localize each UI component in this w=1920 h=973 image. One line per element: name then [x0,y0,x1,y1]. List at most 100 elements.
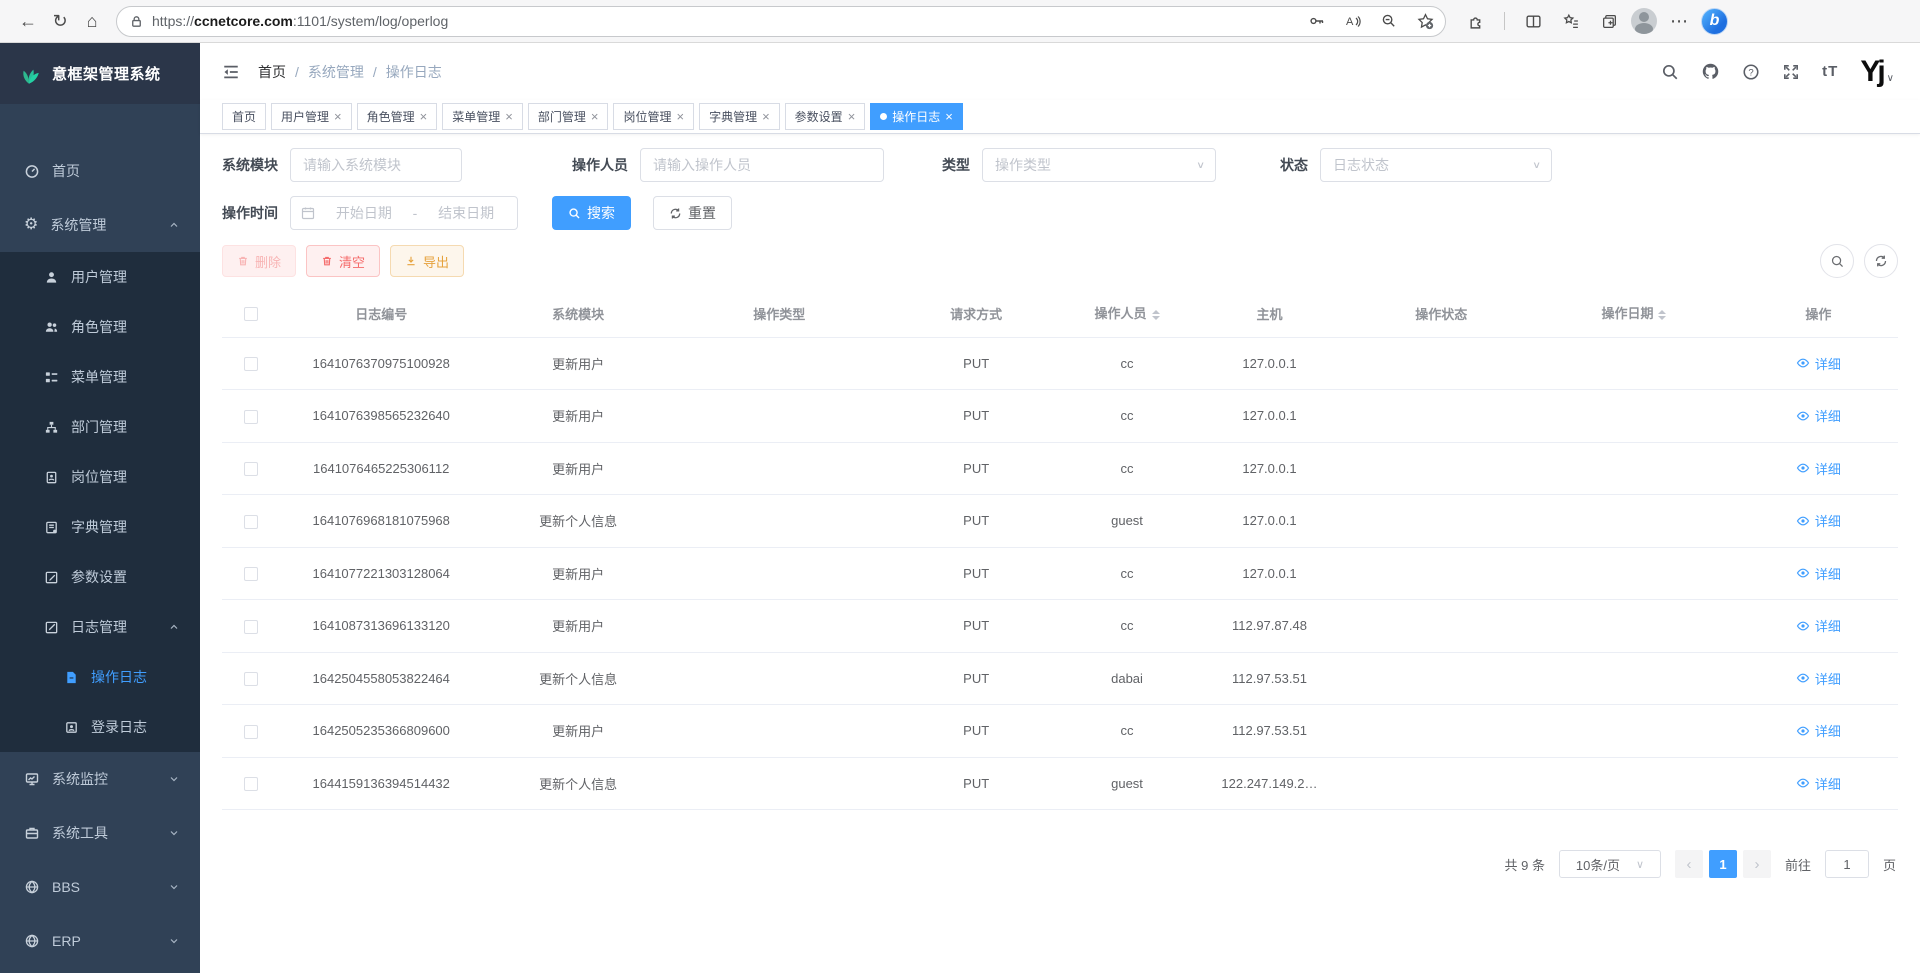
sidebar-item-log-mgmt[interactable]: 日志管理 [0,602,200,652]
read-aloud-icon[interactable]: A [1339,7,1367,35]
module-input[interactable] [290,148,462,182]
tab-dict-mgmt[interactable]: 字典管理× [699,103,780,130]
breadcrumb-system-mgmt[interactable]: 系统管理 [308,62,364,82]
detail-link[interactable]: 详细 [1796,511,1841,530]
sidebar-item-dept-mgmt[interactable]: 部门管理 [0,402,200,452]
sort-carets-icon[interactable] [1152,306,1160,324]
refresh-table-button[interactable] [1864,244,1898,278]
tab-close-icon[interactable]: × [505,110,513,123]
app-logo[interactable]: 意框架管理系统 [0,43,200,104]
row-checkbox[interactable] [244,567,258,581]
favorites-hub-icon[interactable] [1555,5,1587,37]
tab-close-icon[interactable]: × [762,110,770,123]
tab-home[interactable]: 首页 [222,103,266,130]
date-range-picker[interactable]: 开始日期 - 结束日期 [290,196,518,230]
tab-close-icon[interactable]: × [334,110,342,123]
sidebar-item-yi-framework[interactable]: Yi框架 [0,968,200,973]
detail-link[interactable]: 详细 [1796,721,1841,740]
address-bar[interactable]: https://ccnetcore.com:1101/system/log/op… [116,6,1446,37]
breadcrumb-home[interactable]: 首页 [258,62,286,82]
show-search-toggle-button[interactable] [1820,244,1854,278]
detail-link[interactable]: 详细 [1796,616,1841,635]
bing-chat-icon[interactable]: b [1701,8,1728,35]
sidebar-item-erp[interactable]: ERP [0,914,200,968]
row-checkbox[interactable] [244,515,258,529]
sidebar-item-system-mgmt[interactable]: ⚙ 系统管理 [0,198,200,252]
text-size-icon[interactable]: tT [1822,63,1838,80]
sidebar-item-bbs[interactable]: BBS [0,860,200,914]
col-date[interactable]: 操作日期 [1529,290,1739,337]
prev-page-button[interactable]: ‹ [1675,850,1703,878]
next-page-button[interactable]: › [1743,850,1771,878]
browser-more-menu-icon[interactable]: ⋯ [1663,5,1695,37]
sidebar-item-operation-log[interactable]: 操作日志 [0,652,200,702]
select-all-checkbox[interactable] [244,307,258,321]
row-checkbox[interactable] [244,672,258,686]
sidebar-collapse-icon[interactable] [222,63,240,81]
operator-input[interactable] [640,148,884,182]
split-screen-icon[interactable] [1517,5,1549,37]
goto-page-input[interactable] [1825,850,1869,878]
add-favorite-star-icon[interactable] [1411,7,1439,35]
delete-button[interactable]: 删除 [222,245,296,277]
current-page-button[interactable]: 1 [1709,850,1737,878]
clear-button[interactable]: 清空 [306,245,380,277]
header-search-icon[interactable] [1661,63,1679,81]
col-operator[interactable]: 操作人员 [1068,290,1185,337]
tab-close-icon[interactable]: × [848,110,856,123]
tab-role-mgmt[interactable]: 角色管理× [357,103,438,130]
status-select[interactable]: 日志状态∨ [1320,148,1552,182]
detail-link[interactable]: 详细 [1796,669,1841,688]
tab-post-mgmt[interactable]: 岗位管理× [613,103,694,130]
tab-param-settings[interactable]: 参数设置× [785,103,866,130]
user-avatar-logo[interactable]: Yj [1860,57,1882,87]
reset-button[interactable]: 重置 [653,196,732,230]
sidebar-item-user-mgmt[interactable]: 用户管理 [0,252,200,302]
row-checkbox[interactable] [244,410,258,424]
detail-link[interactable]: 详细 [1796,459,1841,478]
sidebar-item-login-log[interactable]: 登录日志 [0,702,200,752]
detail-link[interactable]: 详细 [1796,406,1841,425]
help-icon[interactable]: ? [1742,63,1760,81]
page-size-select[interactable]: 10条/页 ∨ [1559,850,1661,878]
browser-home-button[interactable]: ⌂ [76,5,108,37]
browser-back-button[interactable]: ← [12,5,44,37]
search-button[interactable]: 搜索 [552,196,631,230]
sidebar-item-system-monitor[interactable]: 系统监控 [0,752,200,806]
row-checkbox[interactable] [244,357,258,371]
row-checkbox[interactable] [244,725,258,739]
detail-link[interactable]: 详细 [1796,774,1841,793]
browser-profile-avatar[interactable] [1631,8,1657,34]
sort-carets-icon[interactable] [1658,306,1666,324]
github-icon[interactable] [1701,62,1720,81]
extensions-puzzle-icon[interactable] [1460,5,1492,37]
tab-user-mgmt[interactable]: 用户管理× [271,103,352,130]
sidebar-item-home[interactable]: 首页 [0,144,200,198]
tab-close-icon[interactable]: × [945,110,953,123]
tab-dept-mgmt[interactable]: 部门管理× [528,103,609,130]
row-checkbox[interactable] [244,462,258,476]
detail-link[interactable]: 详细 [1796,564,1841,583]
tab-close-icon[interactable]: × [420,110,428,123]
sidebar-item-param-settings[interactable]: 参数设置 [0,552,200,602]
sidebar-item-role-mgmt[interactable]: 角色管理 [0,302,200,352]
detail-link[interactable]: 详细 [1796,354,1841,373]
sidebar-item-menu-mgmt[interactable]: 菜单管理 [0,352,200,402]
sidebar-item-post-mgmt[interactable]: 岗位管理 [0,452,200,502]
tab-close-icon[interactable]: × [591,110,599,123]
password-key-icon[interactable] [1303,7,1331,35]
zoom-out-icon[interactable] [1375,7,1403,35]
collections-icon[interactable] [1593,5,1625,37]
user-menu-caret-icon[interactable]: ∨ [1887,73,1894,87]
fullscreen-icon[interactable] [1782,63,1800,81]
row-checkbox[interactable] [244,620,258,634]
type-select[interactable]: 操作类型∨ [982,148,1216,182]
tab-menu-mgmt[interactable]: 菜单管理× [442,103,523,130]
row-checkbox[interactable] [244,777,258,791]
tab-operation-log[interactable]: 操作日志× [870,103,963,130]
export-button[interactable]: 导出 [390,245,464,277]
browser-refresh-button[interactable]: ↻ [44,5,76,37]
sidebar-item-dict-mgmt[interactable]: 字典管理 [0,502,200,552]
sidebar-item-system-tools[interactable]: 系统工具 [0,806,200,860]
tab-close-icon[interactable]: × [676,110,684,123]
